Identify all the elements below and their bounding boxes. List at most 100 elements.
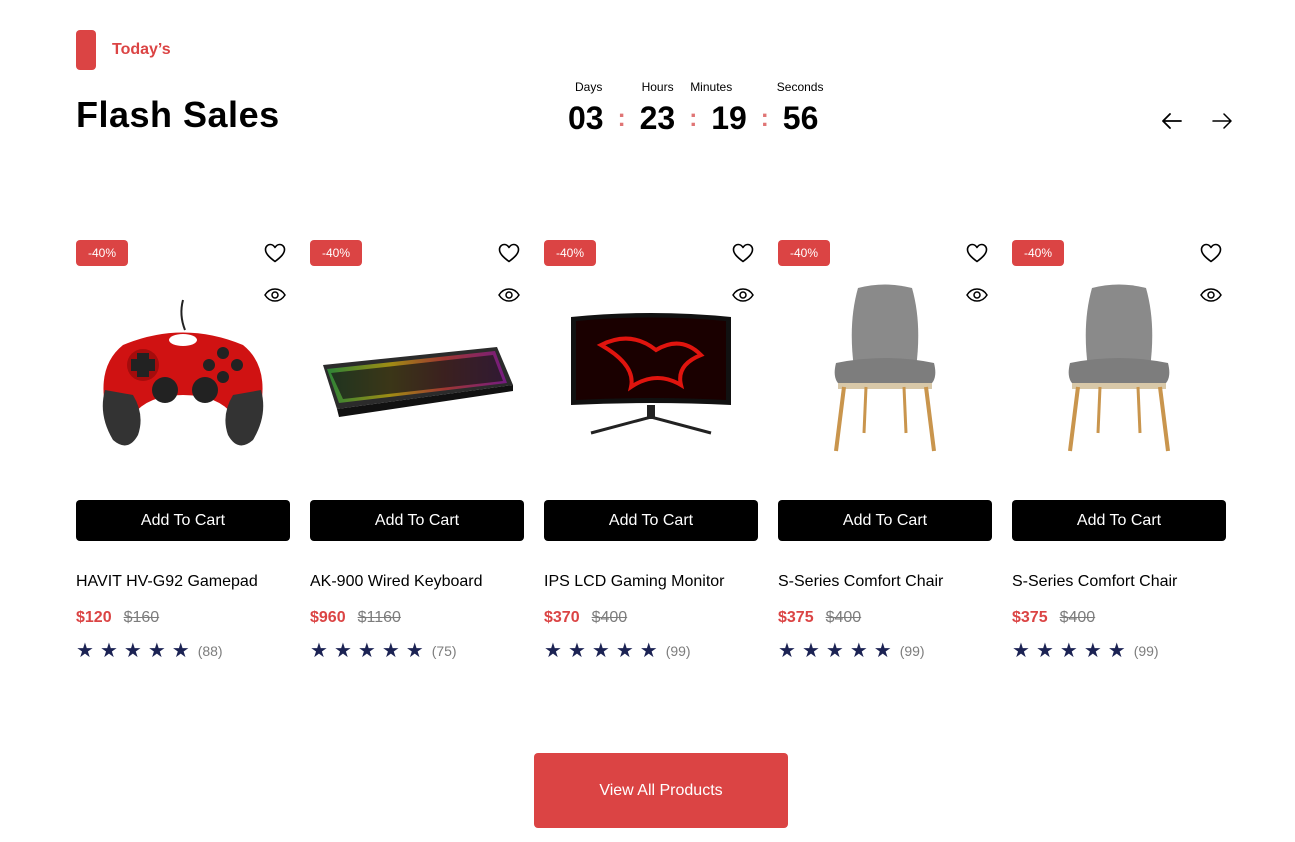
product-price: $960 bbox=[310, 609, 346, 626]
countdown-hours-label: Hours bbox=[641, 80, 674, 94]
review-count: (88) bbox=[197, 643, 223, 659]
add-to-cart-button[interactable]: Add To Cart bbox=[76, 500, 290, 541]
wishlist-button[interactable] bbox=[1198, 240, 1224, 266]
product-media: -40% bbox=[544, 240, 758, 500]
product-name[interactable]: S-Series Comfort Chair bbox=[778, 573, 992, 591]
star-icon: ★ bbox=[1035, 640, 1054, 662]
countdown-separator: : bbox=[689, 105, 698, 132]
product-prices: $375 $400 bbox=[1012, 609, 1226, 627]
product-rating: ★ ★ ★ ★ ★ (75) bbox=[310, 641, 524, 661]
star-icon: ★ bbox=[147, 640, 166, 662]
star-icon: ★ bbox=[171, 640, 190, 662]
product-card[interactable]: -40% Add To Cart S-Series Comfort Chair … bbox=[778, 240, 992, 661]
product-price: $375 bbox=[778, 609, 814, 626]
product-card[interactable]: -40% Add To Cart HAVIT HV-G92 Gamepad $1… bbox=[76, 240, 290, 661]
product-media: -40% bbox=[310, 240, 524, 500]
prev-button[interactable] bbox=[1155, 104, 1189, 138]
chair-image bbox=[834, 284, 936, 451]
product-price: $370 bbox=[544, 609, 580, 626]
product-card[interactable]: -40% Add To Cart S-Series Comfort Chair … bbox=[1012, 240, 1226, 661]
product-card[interactable]: -40% Add To Cart IPS LCD Gaming Monitor … bbox=[544, 240, 758, 661]
wishlist-button[interactable] bbox=[964, 240, 990, 266]
countdown-days-value: 03 bbox=[568, 100, 604, 136]
product-prices: $960 $1160 bbox=[310, 609, 524, 627]
carousel-controls bbox=[1155, 104, 1239, 138]
section-tag-label: Today’s bbox=[112, 41, 171, 58]
section-tag: Today’s bbox=[76, 30, 171, 70]
heart-icon bbox=[732, 243, 754, 263]
star-icon: ★ bbox=[873, 640, 892, 662]
countdown-minutes: Minutes 19 bbox=[690, 80, 747, 136]
product-prices: $375 $400 bbox=[778, 609, 992, 627]
product-rating: ★ ★ ★ ★ ★ (99) bbox=[1012, 641, 1226, 661]
star-icon: ★ bbox=[544, 640, 562, 662]
star-icon: ★ bbox=[333, 640, 352, 662]
product-price: $375 bbox=[1012, 609, 1048, 626]
add-to-cart-button[interactable]: Add To Cart bbox=[544, 500, 758, 541]
product-image-chair[interactable] bbox=[1012, 280, 1226, 470]
product-prices: $370 $400 bbox=[544, 609, 758, 627]
star-icon: ★ bbox=[849, 640, 868, 662]
product-price: $120 bbox=[76, 609, 112, 626]
product-image-keyboard[interactable] bbox=[310, 280, 524, 470]
product-name[interactable]: HAVIT HV-G92 Gamepad bbox=[76, 573, 290, 591]
heart-icon bbox=[498, 243, 520, 263]
review-count: (99) bbox=[899, 643, 925, 659]
add-to-cart-button[interactable]: Add To Cart bbox=[778, 500, 992, 541]
view-all-products-button[interactable]: View All Products bbox=[534, 753, 788, 828]
keyboard-image bbox=[323, 347, 513, 417]
star-icon: ★ bbox=[99, 640, 118, 662]
product-image-monitor[interactable] bbox=[544, 280, 758, 470]
next-button[interactable] bbox=[1205, 104, 1239, 138]
wishlist-button[interactable] bbox=[262, 240, 288, 266]
star-icon: ★ bbox=[123, 640, 142, 662]
star-icon: ★ bbox=[405, 640, 424, 662]
product-rating: ★ ★ ★ ★ ★ (99) bbox=[778, 641, 992, 661]
product-prices: $120 $160 bbox=[76, 609, 290, 627]
arrow-left-icon bbox=[1162, 113, 1182, 129]
star-icon: ★ bbox=[76, 640, 94, 662]
star-icon: ★ bbox=[1012, 640, 1030, 662]
star-icon: ★ bbox=[591, 640, 610, 662]
countdown-minutes-value: 19 bbox=[711, 100, 747, 136]
product-media: -40% bbox=[1012, 240, 1226, 500]
discount-badge: -40% bbox=[544, 240, 597, 266]
arrow-right-icon bbox=[1212, 113, 1232, 129]
product-name[interactable]: S-Series Comfort Chair bbox=[1012, 573, 1226, 591]
discount-badge: -40% bbox=[76, 240, 129, 266]
discount-badge: -40% bbox=[1012, 240, 1065, 266]
wishlist-button[interactable] bbox=[730, 240, 756, 266]
product-old-price: $400 bbox=[591, 609, 628, 626]
product-media: -40% bbox=[778, 240, 992, 500]
gamepad-image bbox=[102, 299, 264, 446]
discount-badge: -40% bbox=[310, 240, 363, 266]
star-icon: ★ bbox=[1107, 640, 1126, 662]
discount-badge: -40% bbox=[778, 240, 831, 266]
star-icon: ★ bbox=[381, 640, 400, 662]
countdown-minutes-label: Minutes bbox=[690, 80, 733, 94]
product-old-price: $1160 bbox=[357, 609, 401, 626]
star-icon: ★ bbox=[801, 640, 820, 662]
star-icon: ★ bbox=[825, 640, 844, 662]
product-name[interactable]: IPS LCD Gaming Monitor bbox=[544, 573, 758, 591]
countdown-seconds: Seconds 56 bbox=[777, 80, 824, 136]
product-image-chair[interactable] bbox=[778, 280, 992, 470]
star-icon: ★ bbox=[1083, 640, 1102, 662]
product-old-price: $400 bbox=[1059, 609, 1096, 626]
add-to-cart-button[interactable]: Add To Cart bbox=[310, 500, 524, 541]
countdown-separator: : bbox=[617, 105, 626, 132]
monitor-image bbox=[571, 313, 731, 435]
add-to-cart-button[interactable]: Add To Cart bbox=[1012, 500, 1226, 541]
section-tag-bar bbox=[76, 30, 96, 70]
product-image-gamepad[interactable] bbox=[76, 280, 290, 470]
review-count: (99) bbox=[665, 643, 691, 659]
countdown-hours: Hours 23 bbox=[640, 80, 676, 136]
star-icon: ★ bbox=[357, 640, 376, 662]
review-count: (99) bbox=[1133, 643, 1159, 659]
product-card[interactable]: -40% Add To Cart AK-900 Wired Keyboard $… bbox=[310, 240, 524, 661]
star-icon: ★ bbox=[778, 640, 796, 662]
product-name[interactable]: AK-900 Wired Keyboard bbox=[310, 573, 524, 591]
countdown-hours-value: 23 bbox=[639, 100, 676, 136]
wishlist-button[interactable] bbox=[496, 240, 522, 266]
star-icon: ★ bbox=[1059, 640, 1078, 662]
